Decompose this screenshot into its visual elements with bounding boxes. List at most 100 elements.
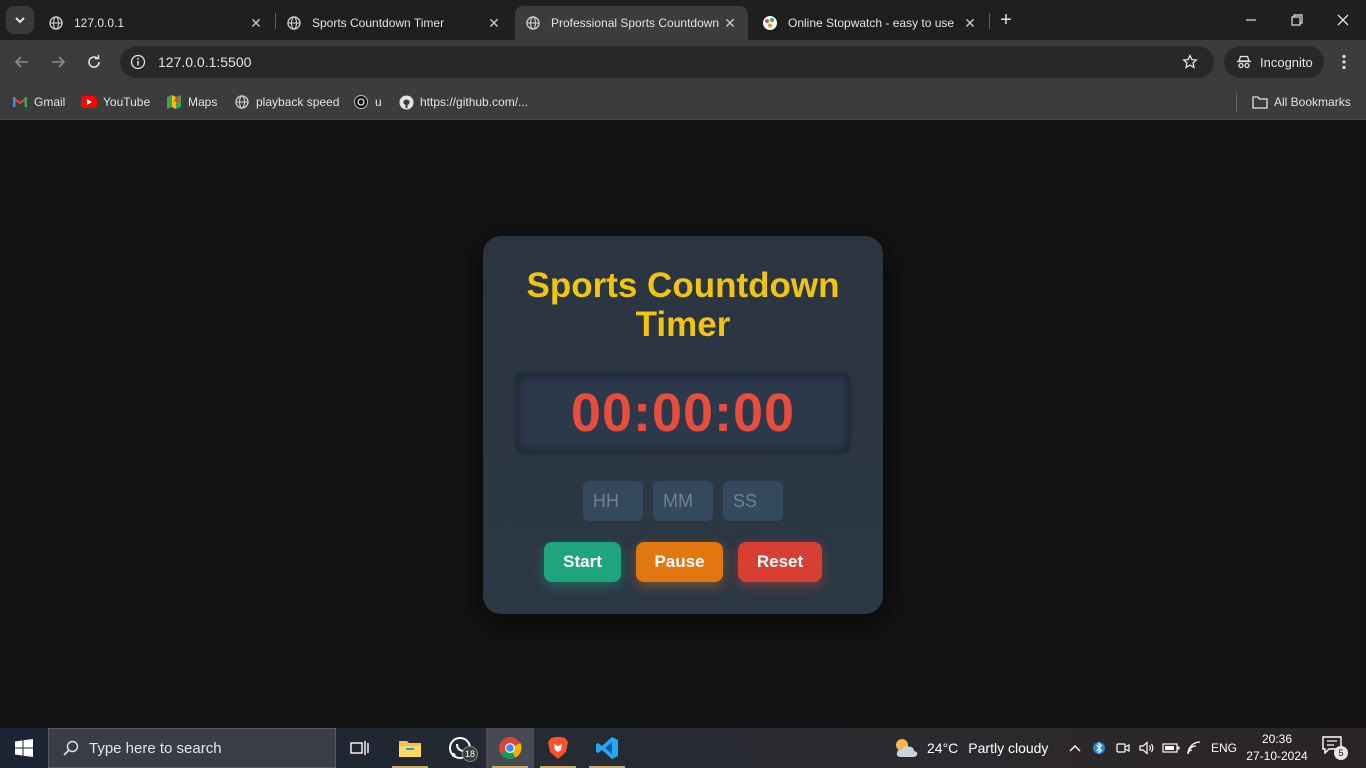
globe-icon: [234, 94, 250, 110]
restore-button[interactable]: [1274, 0, 1320, 40]
bookmark-label: Maps: [188, 95, 218, 109]
tab-sports-countdown[interactable]: Sports Countdown Timer ✕: [276, 6, 512, 40]
folder-icon: [1252, 94, 1268, 110]
browser-menu-button[interactable]: [1332, 52, 1356, 72]
tab-search-button[interactable]: [6, 6, 34, 34]
restore-icon: [1291, 14, 1303, 26]
forward-button[interactable]: [44, 48, 72, 76]
youtube-icon: [81, 94, 97, 110]
new-tab-button[interactable]: +: [994, 8, 1018, 32]
whatsapp-app[interactable]: 18: [436, 728, 484, 768]
chevron-up-icon: [1069, 745, 1081, 752]
file-explorer-app[interactable]: [386, 728, 434, 768]
system-clock[interactable]: 20:36 27-10-2024: [1242, 731, 1312, 765]
address-bar[interactable]: 127.0.0.1:5500: [120, 46, 1214, 78]
tab-localhost[interactable]: 127.0.0.1 ✕: [38, 6, 274, 40]
language-indicator[interactable]: ENG: [1208, 728, 1240, 768]
bookmark-label: playback speed: [256, 95, 340, 109]
all-bookmarks-button[interactable]: All Bookmarks: [1252, 92, 1351, 112]
bookmark-gmail[interactable]: Gmail: [12, 92, 65, 112]
tab-strip: 127.0.0.1 ✕ Sports Countdown Timer ✕ Pro…: [0, 0, 1366, 40]
bluetooth-tray[interactable]: [1088, 728, 1110, 768]
chevron-down-icon: [15, 17, 25, 24]
globe-icon: [286, 15, 302, 31]
windows-taskbar: Type here to search 18 24°C Partly cloud…: [0, 728, 1366, 768]
minutes-input[interactable]: [653, 481, 713, 521]
control-buttons: Start Pause Reset: [483, 542, 883, 582]
openai-icon: [353, 94, 369, 110]
bookmark-playback-speed[interactable]: playback speed: [234, 92, 339, 112]
wifi-icon: [1187, 741, 1201, 755]
close-icon[interactable]: ✕: [962, 15, 978, 31]
site-info-icon[interactable]: [128, 52, 148, 72]
windows-logo-icon: [15, 739, 33, 757]
close-window-button[interactable]: [1320, 0, 1366, 40]
notification-center-button[interactable]: 5: [1322, 736, 1348, 760]
speaker-icon: [1139, 741, 1154, 755]
chrome-app[interactable]: [486, 728, 534, 768]
brave-app[interactable]: [534, 728, 582, 768]
chrome-icon: [499, 737, 522, 759]
bookmark-label: YouTube: [103, 95, 151, 109]
whatsapp-badge: 18: [462, 746, 479, 762]
seconds-input[interactable]: [723, 481, 783, 521]
all-bookmarks-label: All Bookmarks: [1274, 95, 1351, 109]
timer-display: 00:00:00: [514, 371, 852, 455]
battery-tray[interactable]: [1160, 728, 1182, 768]
battery-icon: [1162, 743, 1180, 753]
weather-description: Partly cloudy: [968, 740, 1049, 756]
github-icon: [398, 94, 414, 110]
clock-time: 20:36: [1261, 732, 1293, 746]
folder-icon: [399, 741, 421, 757]
bookmark-github[interactable]: https://github.com/...: [398, 92, 528, 112]
minimize-button[interactable]: [1228, 0, 1274, 40]
pause-button[interactable]: Pause: [636, 542, 723, 582]
bookmark-maps[interactable]: Maps: [166, 92, 217, 112]
stopwatch-site-icon: [762, 15, 778, 31]
minimize-icon: [1246, 19, 1256, 21]
bluetooth-icon: [1093, 742, 1105, 754]
search-placeholder: Type here to search: [89, 739, 222, 757]
volume-tray[interactable]: [1136, 728, 1158, 768]
start-button[interactable]: Start: [544, 542, 621, 582]
show-hidden-icons-button[interactable]: [1064, 728, 1086, 768]
taskbar-search-box[interactable]: Type here to search: [48, 728, 336, 768]
close-icon[interactable]: ✕: [722, 15, 738, 31]
arrow-right-icon: [52, 56, 66, 68]
bookmark-youtube[interactable]: YouTube: [81, 92, 150, 112]
tab-title: Sports Countdown Timer: [312, 16, 445, 30]
hours-input[interactable]: [583, 481, 643, 521]
close-icon[interactable]: ✕: [248, 15, 264, 31]
weather-widget[interactable]: 24°C Partly cloudy: [893, 728, 1048, 768]
clock-date: 27-10-2024: [1246, 749, 1308, 763]
back-button[interactable]: [8, 48, 36, 76]
arrow-left-icon: [14, 56, 28, 68]
tab-professional-countdown[interactable]: Professional Sports Countdown ✕: [515, 6, 748, 40]
reload-icon: [88, 55, 100, 68]
camera-icon: [1116, 743, 1130, 753]
bookmark-label: u: [375, 95, 382, 109]
bookmark-u[interactable]: u: [353, 92, 382, 112]
task-view-button[interactable]: [336, 728, 384, 768]
meet-tray[interactable]: [1112, 728, 1134, 768]
vscode-app[interactable]: [583, 728, 631, 768]
brave-icon: [548, 737, 568, 759]
reset-button[interactable]: Reset: [738, 542, 822, 582]
tab-divider: [989, 13, 990, 29]
search-icon: [63, 740, 79, 756]
task-view-icon: [350, 741, 369, 755]
tab-title: Professional Sports Countdown: [551, 16, 720, 30]
network-tray[interactable]: [1184, 728, 1206, 768]
url-text: 127.0.0.1:5500: [158, 54, 252, 70]
bookmarks-bar: Gmail YouTube Maps playback speed u http…: [0, 84, 1366, 120]
bookmarks-divider: [1236, 92, 1237, 112]
bookmark-label: Gmail: [34, 95, 66, 109]
tab-online-stopwatch[interactable]: Online Stopwatch - easy to use ✕: [752, 6, 988, 40]
reload-button[interactable]: [80, 48, 108, 76]
bookmark-star-icon[interactable]: [1180, 52, 1200, 72]
close-icon[interactable]: ✕: [486, 15, 502, 31]
tab-title: 127.0.0.1: [74, 16, 125, 30]
start-menu-button[interactable]: [0, 728, 48, 768]
tab-title: Online Stopwatch - easy to use: [788, 16, 955, 30]
incognito-indicator[interactable]: Incognito: [1224, 46, 1324, 78]
